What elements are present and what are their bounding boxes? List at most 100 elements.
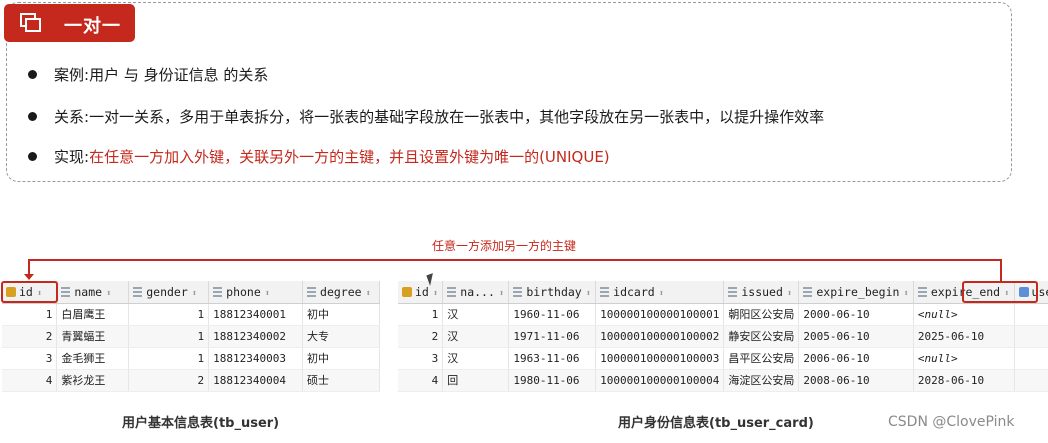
cell-phone[interactable]: 18812340001: [208, 303, 304, 326]
page-title: 一对一: [64, 16, 121, 37]
column-header-idcard[interactable]: idcard ⬍: [595, 281, 725, 304]
cell-expire-end[interactable]: <null>: [913, 303, 1015, 326]
cell-name[interactable]: 金毛狮王: [56, 347, 130, 370]
cell-user-id[interactable]: 1: [1014, 303, 1048, 326]
column-header-name[interactable]: name ⬍: [56, 281, 130, 304]
column-header-degree[interactable]: degree ⬍: [302, 281, 380, 304]
cell-degree[interactable]: 大专: [302, 325, 380, 348]
table-header-row: id ⬍ na... ⬍ birthday ⬍ idcard ⬍ issued ⬍ exp…: [398, 281, 1048, 304]
table-row[interactable]: 1 汉 1960-11-06 100000100000100001 朝阳区公安局…: [398, 303, 1048, 326]
column-header-gender[interactable]: gender ⬍: [128, 281, 210, 304]
cell-birthday[interactable]: 1980-11-06: [508, 369, 597, 392]
cell-degree[interactable]: 硕士: [302, 369, 380, 392]
sort-icon[interactable]: ⬍: [903, 289, 908, 299]
column-icon: [307, 286, 317, 297]
cell-issued[interactable]: 朝阳区公安局: [723, 303, 800, 326]
cell-id[interactable]: 1: [398, 303, 444, 326]
cell-expire-begin[interactable]: 2008-06-10: [798, 369, 914, 392]
column-header-nation[interactable]: na... ⬍: [442, 281, 510, 304]
cell-id[interactable]: 4: [2, 369, 58, 392]
cell-birthday[interactable]: 1960-11-06: [508, 303, 597, 326]
bullet-label: 案例:: [54, 65, 90, 84]
cell-id[interactable]: 2: [398, 325, 444, 348]
cell-birthday[interactable]: 1971-11-06: [508, 325, 597, 348]
cell-idcard[interactable]: 100000100000100002: [595, 325, 725, 348]
cell-user-id[interactable]: 2: [1014, 325, 1048, 348]
sort-icon[interactable]: ⬍: [265, 289, 270, 299]
cell-name[interactable]: 青翼蝠王: [56, 325, 130, 348]
bullet-dot-icon: [28, 111, 37, 121]
column-header-phone[interactable]: phone ⬍: [208, 281, 304, 304]
cell-phone[interactable]: 18812340002: [208, 325, 304, 348]
cell-expire-end[interactable]: 2025-06-10: [913, 325, 1015, 348]
table-row[interactable]: 2 青翼蝠王 1 18812340002 大专: [2, 325, 380, 348]
cell-nation[interactable]: 汉: [442, 303, 510, 326]
table-row[interactable]: 3 金毛狮王 1 18812340003 初中: [2, 347, 380, 370]
cell-expire-begin[interactable]: 2000-06-10: [798, 303, 914, 326]
cell-expire-end[interactable]: <null>: [913, 347, 1015, 370]
cell-gender[interactable]: 1: [128, 325, 210, 348]
cell-id[interactable]: 3: [398, 347, 444, 370]
cell-birthday[interactable]: 1963-11-06: [508, 347, 597, 370]
cell-name[interactable]: 白眉鹰王: [56, 303, 130, 326]
bullet-dot-icon: [28, 69, 37, 79]
column-icon: [61, 286, 71, 297]
table-row[interactable]: 4 回 1980-11-06 100000100000100004 海淀区公安局…: [398, 369, 1048, 392]
cell-id[interactable]: 4: [398, 369, 444, 392]
column-icon: [917, 286, 927, 297]
table-header-row: id ⬍ name ⬍ gender ⬍ phone ⬍ degree ⬍: [2, 281, 380, 304]
cell-issued[interactable]: 静安区公安局: [723, 325, 800, 348]
cell-issued[interactable]: 昌平区公安局: [723, 347, 800, 370]
cell-id[interactable]: 3: [2, 347, 58, 370]
column-header-id[interactable]: id ⬍: [398, 281, 444, 304]
sort-icon[interactable]: ⬍: [787, 289, 792, 299]
sort-icon[interactable]: ⬍: [106, 289, 111, 299]
cell-expire-begin[interactable]: 2005-06-10: [798, 325, 914, 348]
column-header-expire-begin[interactable]: expire_begin ⬍: [798, 281, 914, 304]
annotation-connector-right: [1000, 259, 1002, 281]
column-icon: [133, 286, 143, 297]
user-card-table: id ⬍ na... ⬍ birthday ⬍ idcard ⬍ issued ⬍ exp…: [398, 281, 1048, 392]
cell-degree[interactable]: 初中: [302, 347, 380, 370]
table-row[interactable]: 2 汉 1971-11-06 100000100000100002 静安区公安局…: [398, 325, 1048, 348]
cell-user-id[interactable]: 3: [1014, 347, 1048, 370]
cell-nation[interactable]: 汉: [442, 325, 510, 348]
sort-icon[interactable]: ⬍: [433, 289, 438, 299]
bullet-label: 实现:: [54, 147, 90, 166]
column-header-issued[interactable]: issued ⬍: [723, 281, 800, 304]
copy-icon: [20, 13, 42, 33]
cell-expire-end[interactable]: 2028-06-10: [913, 369, 1015, 392]
cell-degree[interactable]: 初中: [302, 303, 380, 326]
cell-gender[interactable]: 2: [128, 369, 210, 392]
sort-icon[interactable]: ⬍: [659, 289, 664, 299]
cell-gender[interactable]: 1: [128, 347, 210, 370]
cell-expire-begin[interactable]: 2006-06-10: [798, 347, 914, 370]
cell-name[interactable]: 紫衫龙王: [56, 369, 130, 392]
cell-gender[interactable]: 1: [128, 303, 210, 326]
table-row[interactable]: 1 白眉鹰王 1 18812340001 初中: [2, 303, 380, 326]
sort-icon[interactable]: ⬍: [192, 289, 197, 299]
bullet-label: 关系:: [54, 107, 90, 126]
cell-phone[interactable]: 18812340003: [208, 347, 304, 370]
user-table-caption: 用户基本信息表(tb_user): [122, 416, 280, 431]
sort-icon[interactable]: ⬍: [366, 289, 371, 299]
sort-icon[interactable]: ⬍: [586, 289, 591, 299]
sort-icon[interactable]: ⬍: [499, 289, 504, 299]
cell-nation[interactable]: 汉: [442, 347, 510, 370]
table-row[interactable]: 3 汉 1963-11-06 100000100000100003 昌平区公安局…: [398, 347, 1048, 370]
title-tag: 一对一: [4, 4, 135, 42]
cell-phone[interactable]: 18812340004: [208, 369, 304, 392]
column-header-birthday[interactable]: birthday ⬍: [508, 281, 597, 304]
cell-issued[interactable]: 海淀区公安局: [723, 369, 800, 392]
column-icon: [803, 286, 813, 297]
cell-user-id[interactable]: 4: [1014, 369, 1048, 392]
cell-idcard[interactable]: 100000100000100004: [595, 369, 725, 392]
cell-id[interactable]: 1: [2, 303, 58, 326]
cell-idcard[interactable]: 100000100000100003: [595, 347, 725, 370]
table-row[interactable]: 4 紫衫龙王 2 18812340004 硕士: [2, 369, 380, 392]
cell-idcard[interactable]: 100000100000100001: [595, 303, 725, 326]
cell-id[interactable]: 2: [2, 325, 58, 348]
cell-nation[interactable]: 回: [442, 369, 510, 392]
primary-key-icon: [402, 286, 412, 297]
user-card-table-caption: 用户身份信息表(tb_user_card): [618, 416, 814, 431]
